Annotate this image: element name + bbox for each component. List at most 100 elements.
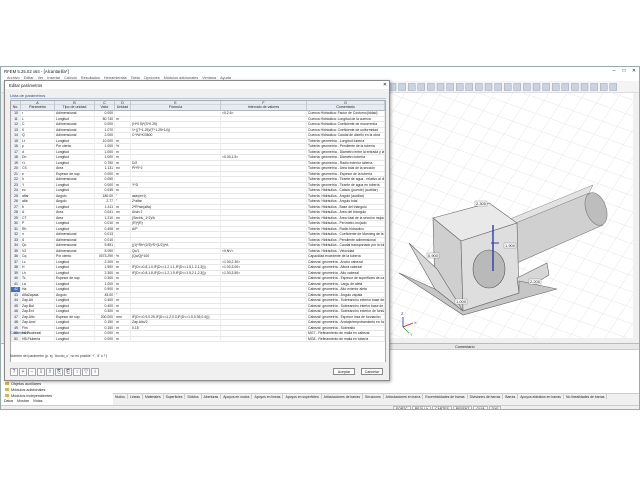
row-number-cell[interactable]: 27 (11, 204, 21, 210)
row-number-cell[interactable]: 11 (11, 116, 21, 122)
param-unit-cell[interactable]: m² (115, 166, 131, 171)
unit-type-cell[interactable]: Longitud (55, 325, 95, 331)
unit-type-cell[interactable]: Adimensional (55, 248, 95, 254)
param-name-cell[interactable]: Ha (21, 287, 55, 292)
param-unit-cell[interactable]: m (115, 188, 131, 193)
param-comment-cell[interactable]: Cabezal: geometría - Sobrealto (307, 325, 385, 331)
param-unit-cell[interactable]: ° (115, 193, 131, 199)
param-name-cell[interactable]: Y (21, 182, 55, 188)
param-name-cell[interactable]: Zap.Bal (21, 303, 55, 309)
unit-type-cell[interactable]: Longitud (55, 182, 95, 188)
param-value-cell[interactable]: 0.000 (95, 122, 115, 127)
param-formula-cell[interactable]: Y*D (131, 182, 221, 188)
param-range-cell[interactable] (221, 127, 307, 133)
cancel-button[interactable]: Cancelar (361, 368, 383, 375)
unit-type-cell[interactable]: Adimensional (55, 232, 95, 237)
row-number-cell[interactable]: 48 (11, 320, 21, 325)
param-comment-cell[interactable]: Tubería: geometría - Área total de la se… (307, 166, 385, 171)
copy-icon[interactable]: ⎘ (55, 368, 63, 376)
unit-type-cell[interactable]: Área (55, 215, 95, 221)
param-name-cell[interactable]: CS (21, 166, 55, 171)
param-value-cell[interactable]: 80.740 (95, 116, 115, 122)
unit-type-cell[interactable]: Longitud (55, 303, 95, 309)
param-comment-cell[interactable]: Capacidad excedente de la tubería (307, 254, 385, 259)
param-range-cell[interactable] (221, 122, 307, 127)
param-range-cell[interactable] (221, 237, 307, 243)
paste-icon[interactable]: ⎗ (64, 368, 72, 376)
param-comment-cell[interactable]: Tubería: Hidráulica - Pendiente adimensi… (307, 237, 385, 243)
param-comment-cell[interactable]: Tubería: Hidráulica - Caudal transportad… (307, 243, 385, 248)
param-name-cell[interactable]: HB.Ftuberia (21, 336, 55, 342)
row-number-cell[interactable]: 30 (11, 221, 21, 226)
param-value-cell[interactable]: 0.400 (95, 303, 115, 309)
row-number-cell[interactable]: 46 (11, 309, 21, 314)
param-formula-cell[interactable]: (Qc/Q)*100 (131, 254, 221, 259)
param-unit-cell[interactable]: % (115, 254, 131, 259)
param-name-cell[interactable]: Qc (21, 243, 55, 248)
row-number-cell[interactable]: 41 (11, 281, 21, 287)
param-value-cell[interactable]: 0.013 (95, 232, 115, 237)
param-value-cell[interactable]: 1.000 (95, 281, 115, 287)
row-number-cell[interactable]: 15 (11, 138, 21, 144)
view-side-toolbar[interactable] (633, 93, 639, 338)
row-number-cell[interactable]: 20 (11, 166, 21, 171)
unit-type-cell[interactable]: Espesor de sup. (55, 276, 95, 281)
param-comment-cell[interactable]: Cuenca Hidráulica: Caudal de diseño en l… (307, 133, 385, 138)
param-name-cell[interactable]: Lc (21, 259, 55, 265)
unit-type-cell[interactable]: Longitud (55, 320, 95, 325)
param-value-cell[interactable]: 0.050 (95, 177, 115, 182)
row-number-cell[interactable]: 21 (11, 171, 21, 177)
param-range-cell[interactable] (221, 303, 307, 309)
param-name-cell[interactable]: AlfaZapata (21, 292, 55, 298)
unit-type-cell[interactable]: Longitud (55, 287, 95, 292)
param-comment-cell[interactable]: Cabezal: geometría - Ángulo zapata (307, 292, 385, 298)
row-number-cell[interactable]: 13 (11, 127, 21, 133)
unit-type-cell[interactable]: Adimensional (55, 111, 95, 116)
param-value-cell[interactable]: 0.041 (95, 210, 115, 215)
param-formula-cell[interactable] (131, 281, 221, 287)
param-value-cell[interactable]: 0.408 (95, 226, 115, 232)
unit-type-cell[interactable]: Longitud (55, 116, 95, 122)
param-name-cell[interactable]: p (21, 144, 55, 149)
param-value-cell[interactable]: 0.010 (95, 237, 115, 243)
close-icon[interactable]: ✕ (381, 82, 389, 88)
param-comment-cell[interactable]: MG8 - Refinamiento de malla en tubería (307, 336, 385, 342)
model-3d-view[interactable]: 2.300 0.900 1.900 1.000 2.200 X Y Z (389, 93, 639, 338)
param-comment-cell[interactable]: Tubería: geometría - Radio exterior tube… (307, 160, 385, 166)
param-unit-cell[interactable]: m (115, 281, 131, 287)
param-range-cell[interactable] (221, 199, 307, 204)
unit-type-cell[interactable]: Adimensional (55, 243, 95, 248)
param-unit-cell[interactable]: mm (115, 314, 131, 320)
param-name-cell[interactable]: Rh (21, 226, 55, 232)
param-name-cell[interactable]: alfa (21, 199, 55, 204)
unit-type-cell[interactable]: Ángulo (55, 193, 95, 199)
table-tab[interactable]: Articulaciones de barras (322, 394, 364, 399)
param-unit-cell[interactable]: m (115, 287, 131, 292)
param-unit-cell[interactable]: m (115, 309, 131, 314)
param-comment-cell[interactable]: Tubería: Hidráulica - Área total de la s… (307, 215, 385, 221)
row-number-cell[interactable]: 14 (11, 133, 21, 138)
param-range-cell[interactable] (221, 149, 307, 155)
param-formula-cell[interactable] (131, 292, 221, 298)
param-name-cell[interactable]: V2 (21, 248, 55, 254)
param-value-cell[interactable]: 0.400 (95, 298, 115, 303)
param-value-cell[interactable]: 0073.290 (95, 254, 115, 259)
param-comment-cell[interactable]: Cabezal: geometría - Largo de aleta (307, 281, 385, 287)
param-unit-cell[interactable]: m (115, 171, 131, 177)
param-name-cell[interactable]: Zap.Alt (21, 298, 55, 303)
param-comment-cell[interactable]: Tubería: geometría - Longitud tubería (307, 138, 385, 144)
param-value-cell[interactable]: 1.131 (95, 166, 115, 171)
param-formula-cell[interactable]: Zap.Alto/2 (131, 320, 221, 325)
param-formula-cell[interactable] (131, 232, 221, 237)
param-comment-cell[interactable]: Cabezal: geometría - Sobreancho exterior… (307, 309, 385, 314)
param-range-cell[interactable]: <0.2.6> (221, 111, 307, 116)
param-range-cell[interactable] (221, 320, 307, 325)
param-name-cell[interactable]: ec (21, 188, 55, 193)
param-value-cell[interactable]: 1.210 (95, 215, 115, 221)
param-value-cell[interactable]: 1.411 (95, 204, 115, 210)
import-icon[interactable]: ⇩ (37, 368, 45, 376)
param-comment-cell[interactable]: Tubería: Hidráulica - Coeficiente de Man… (307, 232, 385, 237)
param-unit-cell[interactable]: m (115, 149, 131, 155)
param-unit-cell[interactable] (115, 111, 131, 116)
param-name-cell[interactable]: K (21, 127, 55, 133)
